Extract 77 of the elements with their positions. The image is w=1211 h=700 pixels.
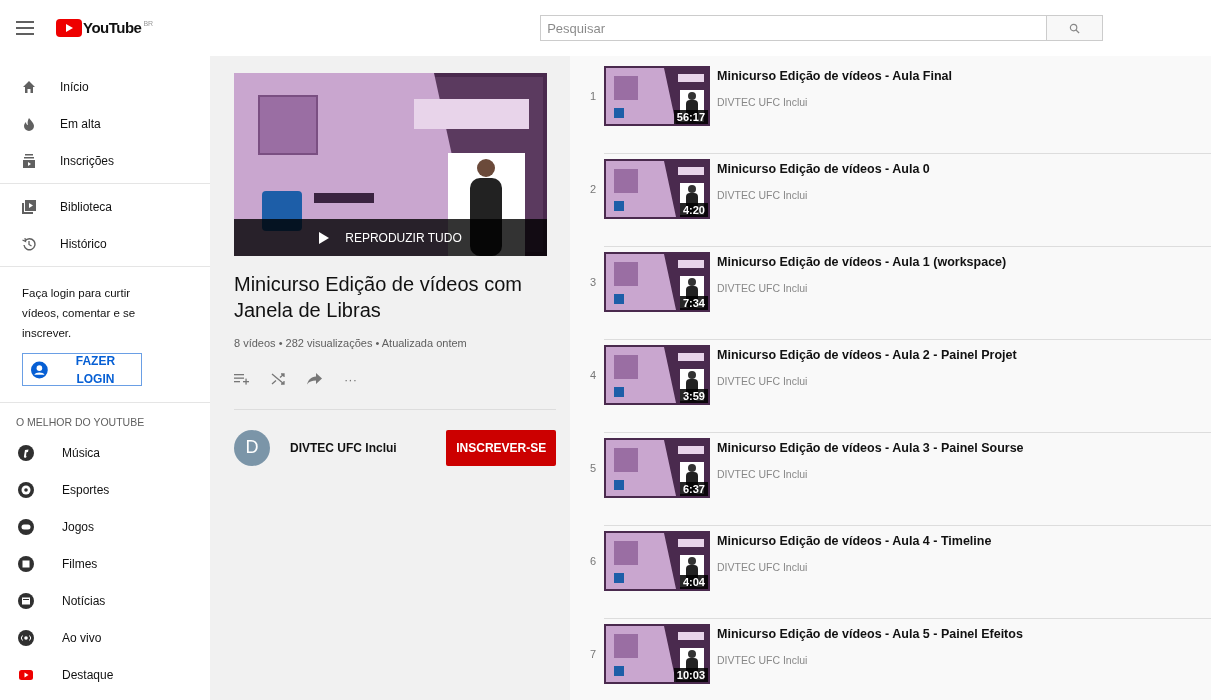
film-icon (18, 556, 34, 573)
video-duration: 4:20 (679, 203, 708, 217)
flame-icon (23, 116, 35, 131)
sidebar-item[interactable]: Notícias (0, 582, 210, 620)
subscribe-button[interactable]: INSCREVER-SE (446, 429, 556, 466)
newspaper-icon (18, 593, 34, 610)
video-title[interactable]: Minicurso Edição de vídeos - Aula 0 (717, 160, 930, 179)
play-icon (319, 231, 330, 244)
login-button[interactable]: FAZER LOGIN (22, 353, 142, 386)
history-icon (22, 236, 36, 251)
video-thumbnail[interactable]: 7:34 (604, 252, 710, 312)
channel-name[interactable]: DIVTEC UFC Inclui (717, 559, 992, 576)
add-to-queue-icon[interactable] (234, 373, 249, 385)
video-thumbnail[interactable]: 10:03 (604, 624, 710, 684)
menu-icon[interactable] (16, 21, 34, 35)
video-duration: 3:59 (679, 389, 708, 403)
sidebar-item[interactable]: Filmes (0, 545, 210, 583)
video-title[interactable]: Minicurso Edição de vídeos - Aula 4 - Timeline (717, 532, 992, 551)
video-thumbnail[interactable]: 6:37 (604, 438, 710, 498)
login-prompt: Faça login para curtir vídeos, comentar e se inscrever. (22, 286, 137, 341)
sidebar-item[interactable]: Em alta (0, 105, 210, 142)
video-duration: 56:17 (673, 110, 708, 124)
library-icon (22, 199, 36, 214)
video-duration: 4:04 (679, 575, 708, 589)
live-icon (18, 630, 34, 647)
channel-name[interactable]: DIVTEC UFC Inclui (717, 280, 1007, 297)
sidebar-item[interactable]: Biblioteca (0, 188, 210, 225)
sidebar-item[interactable]: Jogos (0, 508, 210, 546)
channel-name[interactable]: DIVTEC UFC Inclui (290, 438, 447, 457)
channel-name[interactable]: DIVTEC UFC Inclui (717, 652, 1023, 669)
video-thumbnail[interactable]: 4:20 (604, 159, 710, 219)
video-index: 3 (588, 275, 598, 290)
sidebar-item[interactable]: Início (0, 68, 210, 105)
video-index: 7 (588, 647, 598, 662)
play-icon (56, 19, 82, 37)
playlist-thumbnail[interactable]: REPRODUZIR TUDO (234, 73, 547, 256)
video-title[interactable]: Minicurso Edição de vídeos - Aula 5 - Painel Efeitos (717, 625, 1023, 644)
channel-name[interactable]: DIVTEC UFC Inclui (717, 187, 930, 204)
channel-name[interactable]: DIVTEC UFC Inclui (717, 373, 1017, 390)
search-icon (1069, 22, 1081, 34)
sidebar-item[interactable]: Ao vivo (0, 619, 210, 657)
video-duration: 6:37 (679, 482, 708, 496)
play-all-bar[interactable]: REPRODUZIR TUDO (234, 219, 547, 256)
video-thumbnail[interactable]: 4:04 (604, 531, 710, 591)
more-button[interactable]: ··· (344, 372, 357, 386)
sidebar-item[interactable]: Inscrições (0, 142, 210, 179)
channel-name[interactable]: DIVTEC UFC Inclui (717, 94, 952, 111)
video-thumbnail[interactable]: 56:17 (604, 66, 710, 126)
video-title[interactable]: Minicurso Edição de vídeos - Aula Final (717, 67, 952, 86)
sidebar-item[interactable]: Esportes (0, 471, 210, 509)
video-index: 4 (588, 368, 598, 383)
video-title[interactable]: Minicurso Edição de vídeos - Aula 3 - Painel Sourse (717, 439, 1024, 458)
video-index: 2 (588, 182, 598, 197)
channel-name[interactable]: DIVTEC UFC Inclui (717, 466, 1024, 483)
home-icon (22, 79, 36, 94)
video-index: 1 (588, 89, 598, 104)
music-icon (18, 445, 34, 462)
video-index: 6 (588, 554, 598, 569)
video-duration: 10:03 (673, 668, 708, 682)
shuffle-icon[interactable] (271, 372, 285, 386)
share-icon[interactable] (307, 373, 322, 385)
gamepad-icon (18, 519, 34, 536)
playlist-stats: 8 vídeos • 282 visualizações • Atualizada ontem (234, 336, 468, 351)
sidebar-item[interactable]: Histórico (0, 225, 210, 262)
section-heading: O MELHOR DO YOUTUBE (15, 415, 146, 430)
subscriptions-icon (23, 153, 35, 168)
video-thumbnail[interactable]: 3:59 (604, 345, 710, 405)
video-title[interactable]: Minicurso Edição de vídeos - Aula 2 - Painel Projet (717, 346, 1017, 365)
video-duration: 7:34 (679, 296, 708, 310)
sidebar-item[interactable]: Música (0, 434, 210, 472)
ball-icon (18, 482, 34, 499)
playlist-title: Minicurso Edição de vídeos com Janela de Libras (234, 272, 523, 323)
video-index: 5 (588, 461, 598, 476)
sidebar-item[interactable]: Destaque (0, 656, 210, 694)
search-field[interactable]: Pesquisar (540, 15, 1048, 41)
video-title[interactable]: Minicurso Edição de vídeos - Aula 1 (workspace) (717, 253, 1007, 272)
account-icon (31, 360, 48, 379)
